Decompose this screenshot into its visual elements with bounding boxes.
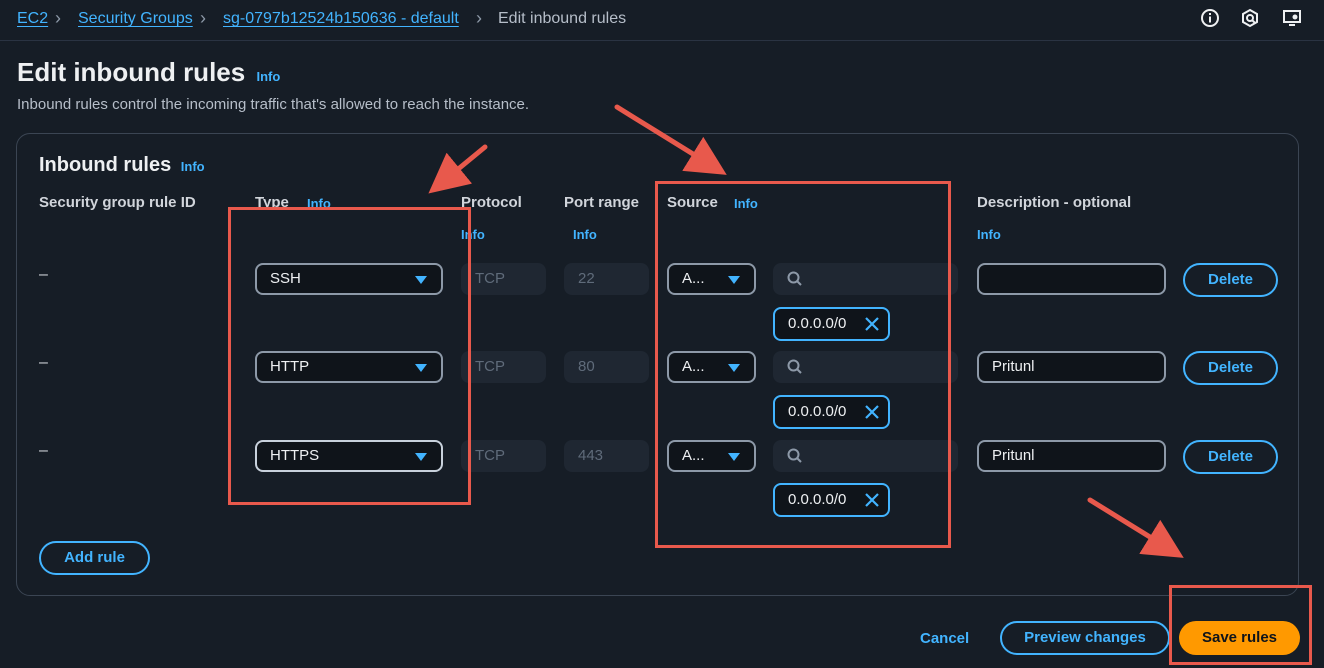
arrow-to-source [614, 104, 727, 175]
arrow-to-save [1087, 497, 1184, 558]
annotation-arrows [428, 104, 1184, 558]
arrow-to-type [428, 144, 488, 194]
